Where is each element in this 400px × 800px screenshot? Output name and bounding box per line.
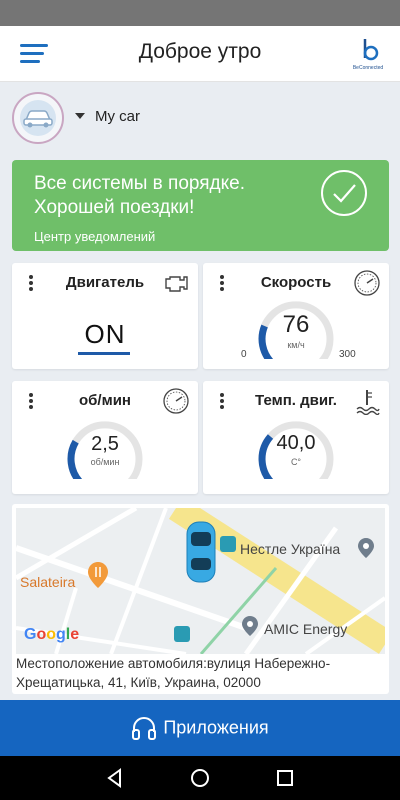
brand-logo: BeConnected (350, 36, 386, 72)
speedometer-icon (353, 269, 381, 297)
restaurant-pin-icon (88, 562, 108, 588)
engine-temp-value: 40,0 (276, 432, 316, 454)
google-logo: Google (24, 626, 80, 643)
rpm-unit: об/мин (90, 457, 120, 467)
status-bar (0, 0, 400, 26)
status-message-line2: Хорошей поездки! (34, 197, 195, 218)
speed-max: 300 (339, 349, 356, 360)
speed-value: 76 (282, 311, 310, 338)
page-title: Доброе утро (138, 40, 262, 63)
engine-icon (162, 269, 190, 297)
map[interactable]: Нестле Україна Salateira AMIC Energy Goo… (16, 508, 385, 654)
rpm-card[interactable]: об/мин 2,5 об/мин (12, 381, 198, 494)
poi-pin-icon (358, 538, 374, 558)
rpm-value: 2,5 (91, 433, 119, 455)
status-message-line1: Все системы в порядке. (34, 173, 246, 194)
poi-pin-icon (242, 616, 258, 636)
car-selector[interactable]: My car (0, 82, 400, 152)
brand-text: BeConnected (352, 65, 384, 71)
car-address: Местоположение автомобиля:вулиця Набереж… (16, 656, 331, 690)
location-card[interactable]: Нестле Україна Salateira AMIC Energy Goo… (12, 504, 389, 694)
tachometer-icon (162, 387, 190, 415)
poi-salateira[interactable]: Salateira (20, 574, 75, 590)
home-icon[interactable] (190, 768, 210, 788)
status-banner[interactable]: Все системы в порядке. Хорошей поездки! … (12, 160, 389, 251)
recents-icon[interactable] (275, 768, 295, 788)
engine-card[interactable]: Двигатель ON (12, 263, 198, 369)
apps-label: Приложения (163, 717, 269, 738)
poi-amic[interactable]: AMIC Energy (264, 621, 347, 637)
transit-icon (220, 536, 236, 552)
speed-card[interactable]: Скорость 76 км/ч 0 300 (203, 263, 389, 369)
system-nav-bar (0, 756, 400, 800)
notification-center-link[interactable]: Центр уведомлений (34, 229, 155, 244)
engine-temp-unit: C° (290, 457, 302, 467)
back-icon[interactable] (105, 768, 125, 788)
speed-unit: км/ч (287, 340, 305, 350)
headphones-icon (131, 716, 157, 740)
chevron-down-icon[interactable] (75, 113, 85, 119)
speed-min: 0 (241, 349, 247, 360)
engine-temp-card[interactable]: Темп. двиг. 40,0 C° (203, 381, 389, 494)
poi-nestle[interactable]: Нестле Україна (240, 541, 340, 557)
car-name[interactable]: My car (95, 108, 140, 125)
transit-icon (174, 626, 190, 642)
engine-state: ON (84, 319, 126, 349)
car-icon (23, 110, 53, 128)
coolant-temperature-icon (353, 387, 381, 416)
engine-state-underline (78, 352, 130, 355)
car-avatar[interactable] (12, 92, 64, 144)
app-header: Доброе утро BeConnected (0, 26, 400, 82)
check-icon (321, 170, 367, 216)
apps-button[interactable]: Приложения (0, 700, 400, 756)
car-location-marker[interactable] (184, 520, 218, 584)
